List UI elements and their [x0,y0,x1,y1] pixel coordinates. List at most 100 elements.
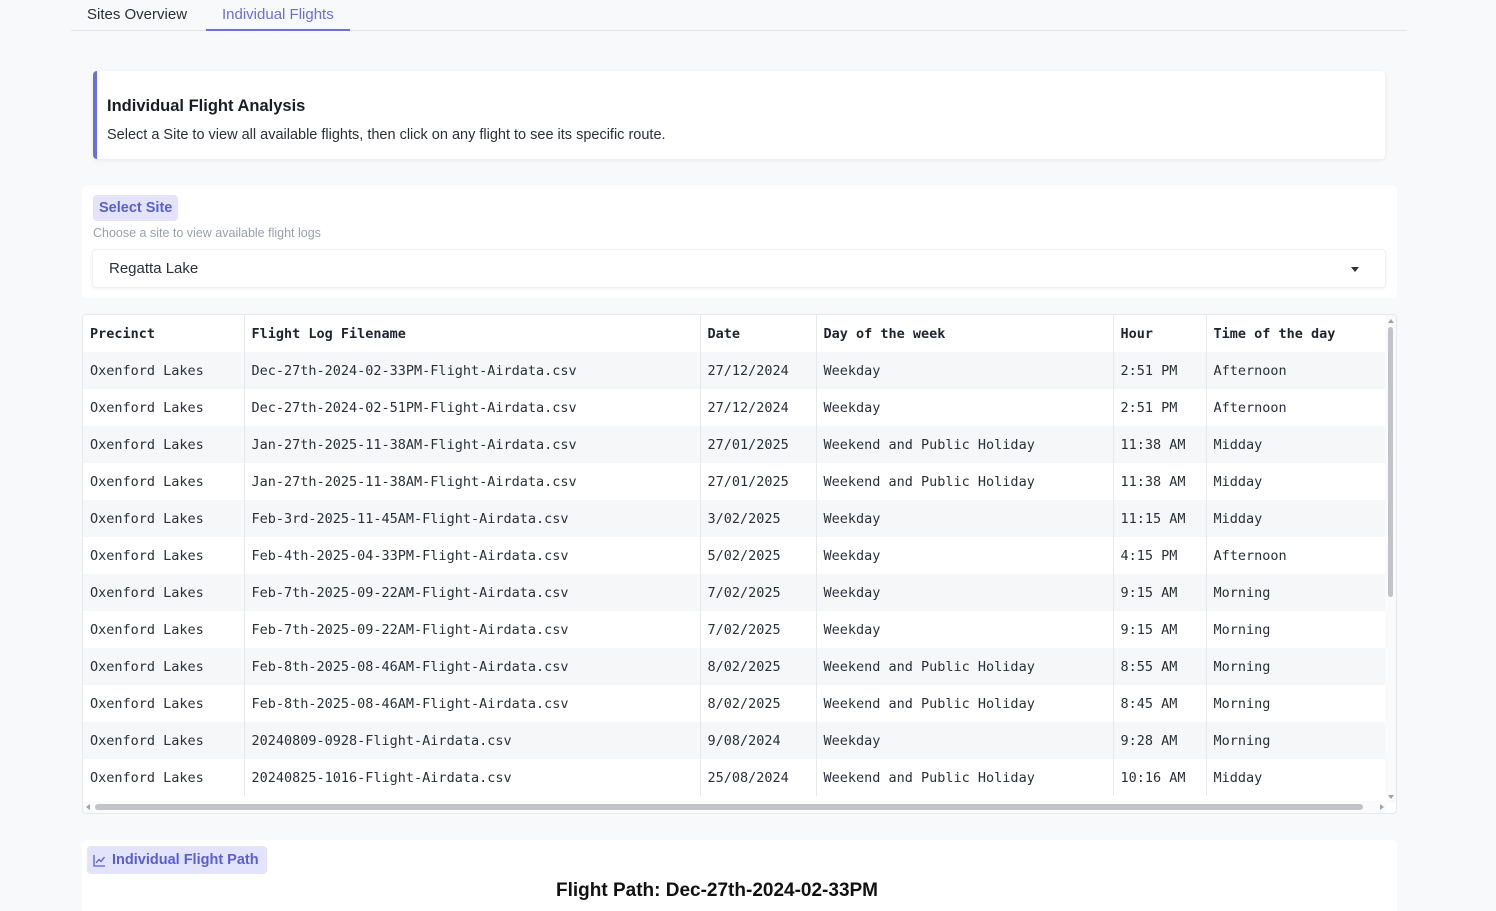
flights-table: Precinct Flight Log Filename Date Day of… [83,315,1387,796]
time-of-day-cell: Midday [1206,426,1387,463]
date-cell: 7/02/2025 [700,574,817,611]
precinct-cell: Oxenford Lakes [83,685,245,722]
flights-table-card: Precinct Flight Log Filename Date Day of… [82,314,1397,814]
day-of-week-cell: Weekday [816,722,1114,759]
filename-cell: Jan-27th-2025-11-38AM-Flight-Airdata.csv [244,463,701,500]
table-row[interactable]: Oxenford Lakes Feb-4th-2025-04-33PM-Fligh… [83,537,1387,574]
time-of-day-cell: Midday [1206,759,1387,796]
chart-line-icon [93,854,106,867]
hour-cell: 9:15 AM [1113,611,1207,648]
filename-cell: Feb-3rd-2025-11-45AM-Flight-Airdata.csv [244,500,701,537]
date-cell: 5/02/2025 [700,537,817,574]
info-text: Select a Site to view all available flig… [107,127,666,143]
hour-cell: 4:15 PM [1113,537,1207,574]
hour-cell: 9:15 AM [1113,574,1207,611]
precinct-cell: Oxenford Lakes [83,389,245,426]
filename-cell: Feb-7th-2025-09-22AM-Flight-Airdata.csv [244,611,701,648]
column-header-precinct[interactable]: Precinct [83,315,245,352]
hour-cell: 2:51 PM [1113,352,1207,389]
filename-cell: Dec-27th-2024-02-33PM-Flight-Airdata.csv [244,352,701,389]
tab-sites-overview[interactable]: Sites Overview [71,0,203,31]
scroll-down-arrow-icon[interactable] [1388,795,1394,799]
column-header-time-of-day[interactable]: Time of the day [1206,315,1387,352]
table-row[interactable]: Oxenford Lakes Jan-27th-2025-11-38AM-Flig… [83,426,1387,463]
hour-cell: 9:28 AM [1113,722,1207,759]
hour-cell: 11:38 AM [1113,426,1207,463]
filename-cell: Feb-8th-2025-08-46AM-Flight-Airdata.csv [244,648,701,685]
hour-cell: 8:45 AM [1113,685,1207,722]
flight-path-label-text: Individual Flight Path [112,852,259,868]
date-cell: 27/01/2025 [700,463,817,500]
flight-path-title: Flight Path: Dec-27th-2024-02-33PM [555,880,879,901]
scroll-right-arrow-icon[interactable] [1380,804,1384,810]
time-of-day-cell: Afternoon [1206,537,1387,574]
table-row[interactable]: Oxenford Lakes 20240825-1016-Flight-Airda… [83,759,1387,796]
precinct-cell: Oxenford Lakes [83,648,245,685]
horizontal-scrollbar[interactable] [83,801,1387,813]
filename-cell: 20240825-1016-Flight-Airdata.csv [244,759,701,796]
day-of-week-cell: Weekday [816,574,1114,611]
date-cell: 27/01/2025 [700,426,817,463]
site-select-card: Select Site Choose a site to view availa… [82,185,1397,298]
table-row[interactable]: Oxenford Lakes Feb-7th-2025-09-22AM-Fligh… [83,574,1387,611]
column-header-hour[interactable]: Hour [1113,315,1207,352]
table-row[interactable]: Oxenford Lakes Dec-27th-2024-02-51PM-Flig… [83,389,1387,426]
hour-cell: 11:38 AM [1113,463,1207,500]
hour-cell: 8:55 AM [1113,648,1207,685]
precinct-cell: Oxenford Lakes [83,759,245,796]
precinct-cell: Oxenford Lakes [83,722,245,759]
table-row[interactable]: Oxenford Lakes Feb-3rd-2025-11-45AM-Fligh… [83,500,1387,537]
time-of-day-cell: Morning [1206,648,1387,685]
day-of-week-cell: Weekend and Public Holiday [816,759,1114,796]
precinct-cell: Oxenford Lakes [83,537,245,574]
precinct-cell: Oxenford Lakes [83,611,245,648]
precinct-cell: Oxenford Lakes [83,426,245,463]
day-of-week-cell: Weekday [816,500,1114,537]
table-row[interactable]: Oxenford Lakes Feb-7th-2025-09-22AM-Fligh… [83,611,1387,648]
select-site-label: Select Site [93,195,179,221]
hour-cell: 11:15 AM [1113,500,1207,537]
flight-path-label: Individual Flight Path [87,846,267,874]
table-row[interactable]: Oxenford Lakes Feb-8th-2025-08-46AM-Fligh… [83,685,1387,722]
column-header-day-of-week[interactable]: Day of the week [816,315,1114,352]
precinct-cell: Oxenford Lakes [83,574,245,611]
info-title: Individual Flight Analysis [107,97,306,115]
horizontal-scroll-thumb[interactable] [95,804,1363,810]
filename-cell: Jan-27th-2025-11-38AM-Flight-Airdata.csv [244,426,701,463]
day-of-week-cell: Weekend and Public Holiday [816,426,1114,463]
table-row[interactable]: Oxenford Lakes Feb-8th-2025-08-46AM-Fligh… [83,648,1387,685]
date-cell: 9/08/2024 [700,722,817,759]
table-row[interactable]: Oxenford Lakes Dec-27th-2024-02-33PM-Flig… [83,352,1387,389]
time-of-day-cell: Morning [1206,611,1387,648]
date-cell: 8/02/2025 [700,648,817,685]
day-of-week-cell: Weekend and Public Holiday [816,685,1114,722]
vertical-scrollbar[interactable] [1385,315,1396,803]
hour-cell: 2:51 PM [1113,389,1207,426]
precinct-cell: Oxenford Lakes [83,463,245,500]
scroll-left-arrow-icon[interactable] [86,804,90,810]
time-of-day-cell: Morning [1206,685,1387,722]
site-dropdown[interactable]: Regatta Lake [92,249,1386,288]
filename-cell: Feb-7th-2025-09-22AM-Flight-Airdata.csv [244,574,701,611]
table-row[interactable]: Oxenford Lakes Jan-27th-2025-11-38AM-Flig… [83,463,1387,500]
column-header-date[interactable]: Date [700,315,817,352]
hour-cell: 10:16 AM [1113,759,1207,796]
info-card: Individual Flight Analysis Select a Site… [93,71,1385,159]
site-dropdown-value: Regatta Lake [109,260,199,277]
date-cell: 25/08/2024 [700,759,817,796]
date-cell: 3/02/2025 [700,500,817,537]
day-of-week-cell: Weekday [816,352,1114,389]
time-of-day-cell: Midday [1206,463,1387,500]
filename-cell: Feb-8th-2025-08-46AM-Flight-Airdata.csv [244,685,701,722]
day-of-week-cell: Weekday [816,611,1114,648]
table-row[interactable]: Oxenford Lakes 20240809-0928-Flight-Airda… [83,722,1387,759]
vertical-scroll-thumb[interactable] [1388,327,1393,597]
time-of-day-cell: Morning [1206,574,1387,611]
tab-individual-flights[interactable]: Individual Flights [206,0,350,31]
precinct-cell: Oxenford Lakes [83,352,245,389]
scroll-up-arrow-icon[interactable] [1388,319,1394,323]
caret-down-icon [1351,267,1359,272]
precinct-cell: Oxenford Lakes [83,500,245,537]
column-header-filename[interactable]: Flight Log Filename [244,315,701,352]
time-of-day-cell: Morning [1206,722,1387,759]
